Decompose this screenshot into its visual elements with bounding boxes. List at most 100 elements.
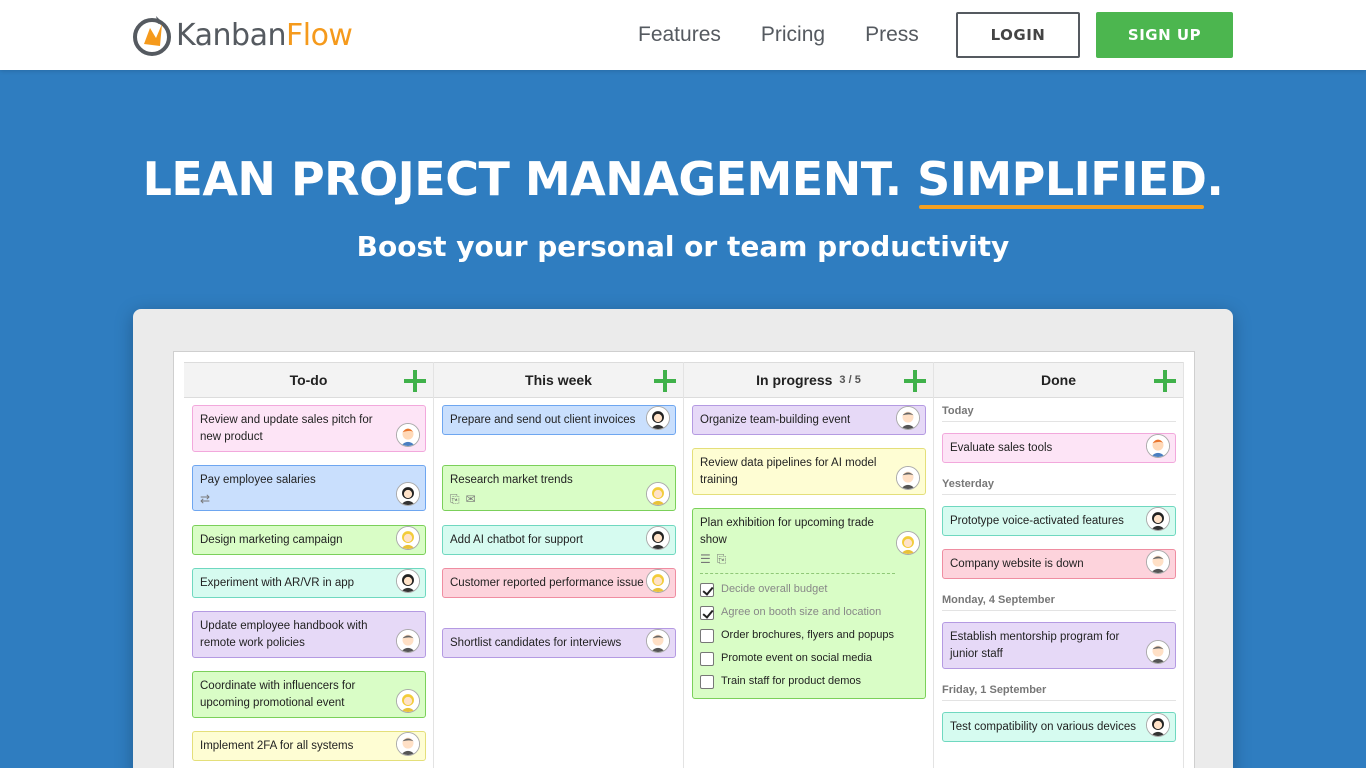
done-group-label: Yesterday (942, 478, 1176, 495)
subtask-checkbox[interactable] (700, 605, 714, 620)
subtask-checkbox[interactable] (700, 674, 714, 689)
task-card-text: Add AI chatbot for support (450, 534, 583, 546)
task-card[interactable]: Coordinate with influencers for upcoming… (192, 671, 426, 718)
column-this-week: This week Prepare and send out client inv… (434, 362, 684, 768)
avatar (396, 689, 420, 713)
task-card[interactable]: Review data pipelines for AI model train… (692, 448, 926, 495)
column-done: Done Today Evaluate sales tools Yesterday Pr… (934, 362, 1184, 768)
nav-link-features[interactable]: Features (638, 23, 721, 47)
logo-text-kanban: Kanban (176, 17, 286, 53)
column-to-do: To-do Review and update sales pitch for n… (184, 362, 434, 768)
add-task-plus-icon[interactable] (404, 370, 426, 392)
checklist-icon: ☰ (700, 552, 711, 566)
task-card[interactable]: Research market trends ⎘ ✉ (442, 465, 676, 511)
task-card-text: Experiment with AR/VR in app (200, 577, 355, 589)
column-header: In progress 3 / 5 (684, 362, 933, 398)
column-header: To-do (184, 362, 433, 398)
subtask-checkbox[interactable] (700, 651, 714, 666)
task-card[interactable]: Shortlist candidates for interviews (442, 628, 676, 658)
logo-icon (133, 16, 171, 56)
subtask-item: Promote event on social media (700, 647, 895, 670)
task-card-text: Prepare and send out client invoices (450, 414, 636, 426)
task-card[interactable]: Experiment with AR/VR in app (192, 568, 426, 598)
task-card-text: Update employee handbook with remote wor… (200, 620, 368, 649)
task-card[interactable]: Prepare and send out client invoices (442, 405, 676, 435)
hero-title-main: LEAN PROJECT MANAGEMENT. (142, 152, 918, 206)
kanban-board: To-do Review and update sales pitch for n… (173, 351, 1195, 768)
comment-icon: ✉ (465, 492, 476, 506)
task-card[interactable]: Add AI chatbot for support (442, 525, 676, 555)
column-title: In progress (756, 372, 833, 388)
avatar (396, 526, 420, 550)
subtask-item: Agree on booth size and location (700, 601, 895, 624)
task-card[interactable]: Test compatibility on various devices (942, 712, 1176, 742)
task-card[interactable]: Company website is down (942, 549, 1176, 579)
subtask-item: Decide overall budget (700, 578, 895, 601)
task-card[interactable]: Update employee handbook with remote wor… (192, 611, 426, 658)
nav-links: Features Pricing Press (638, 0, 959, 70)
avatar (396, 482, 420, 506)
avatar (396, 569, 420, 593)
top-nav: KanbanFlow Features Pricing Press LOGIN … (0, 0, 1366, 70)
avatar (646, 629, 670, 653)
subtask-item: Train staff for product demos (700, 670, 895, 693)
kanbanflow-logo[interactable]: KanbanFlow (132, 12, 353, 58)
avatar (1146, 640, 1170, 664)
task-card[interactable]: Review and update sales pitch for new pr… (192, 405, 426, 452)
column-in-progress: In progress 3 / 5 Organize team-building e… (684, 362, 934, 768)
task-card-text: Plan exhibition for upcoming trade show (700, 517, 874, 546)
avatar (396, 732, 420, 756)
nav-link-pricing[interactable]: Pricing (761, 23, 825, 47)
board-preview-frame: To-do Review and update sales pitch for n… (133, 309, 1233, 768)
add-task-plus-icon[interactable] (904, 370, 926, 392)
avatar (896, 531, 920, 555)
task-card[interactable]: Prototype voice-activated features (942, 506, 1176, 536)
login-button[interactable]: LOGIN (956, 12, 1080, 58)
task-card-text: Review and update sales pitch for new pr… (200, 414, 373, 443)
task-card[interactable]: Design marketing campaign (192, 525, 426, 555)
task-card[interactable]: Implement 2FA for all systems (192, 731, 426, 761)
wip-limit: 3 / 5 (839, 374, 861, 386)
hero-title-highlight: SIMPLIFIED (917, 152, 1207, 209)
task-card[interactable]: Customer reported performance issue (442, 568, 676, 598)
attachment-icon: ⎘ (450, 492, 460, 506)
avatar (1146, 434, 1170, 458)
avatar (646, 482, 670, 506)
task-card-text: Prototype voice-activated features (950, 515, 1124, 527)
done-group-label: Today (942, 405, 1176, 422)
subtask-label: Agree on booth size and location (721, 606, 882, 618)
task-card-text: Shortlist candidates for interviews (450, 637, 622, 649)
column-header: This week (434, 362, 683, 398)
subtask-label: Train staff for product demos (721, 675, 862, 687)
task-card[interactable]: Plan exhibition for upcoming trade show ☰… (692, 508, 926, 699)
done-group-label: Monday, 4 September (942, 594, 1176, 611)
task-card[interactable]: Establish mentorship program for junior … (942, 622, 1176, 669)
add-task-plus-icon[interactable] (1154, 370, 1176, 392)
avatar (1146, 550, 1170, 574)
subtask-checkbox[interactable] (700, 582, 714, 597)
avatar (396, 423, 420, 447)
avatar (896, 466, 920, 490)
task-card-text: Research market trends (450, 474, 573, 486)
avatar (646, 406, 670, 430)
avatar (396, 629, 420, 653)
subtask-label: Promote event on social media (721, 652, 873, 664)
attachment-icon: ⎘ (716, 552, 727, 566)
task-card[interactable]: Pay employee salaries ⇄ (192, 465, 426, 511)
task-card[interactable]: Organize team-building event (692, 405, 926, 435)
subtask-label: Decide overall budget (721, 583, 828, 595)
task-card[interactable]: Evaluate sales tools (942, 433, 1176, 463)
column-title: To-do (289, 372, 328, 388)
task-card-text: Test compatibility on various devices (950, 721, 1136, 733)
task-card-text: Review data pipelines for AI model train… (700, 457, 877, 486)
task-card-text: Coordinate with influencers for upcoming… (200, 680, 356, 709)
task-card-text: Evaluate sales tools (950, 442, 1053, 454)
column-title: This week (525, 372, 592, 388)
hero-subtitle: Boost your personal or team productivity (356, 230, 1010, 263)
done-group-label: Friday, 1 September (942, 684, 1176, 701)
add-task-plus-icon[interactable] (654, 370, 676, 392)
nav-link-press[interactable]: Press (865, 23, 919, 47)
signup-button[interactable]: SIGN UP (1096, 12, 1233, 58)
task-card-text: Customer reported performance issue (450, 577, 644, 589)
subtask-checkbox[interactable] (700, 628, 714, 643)
